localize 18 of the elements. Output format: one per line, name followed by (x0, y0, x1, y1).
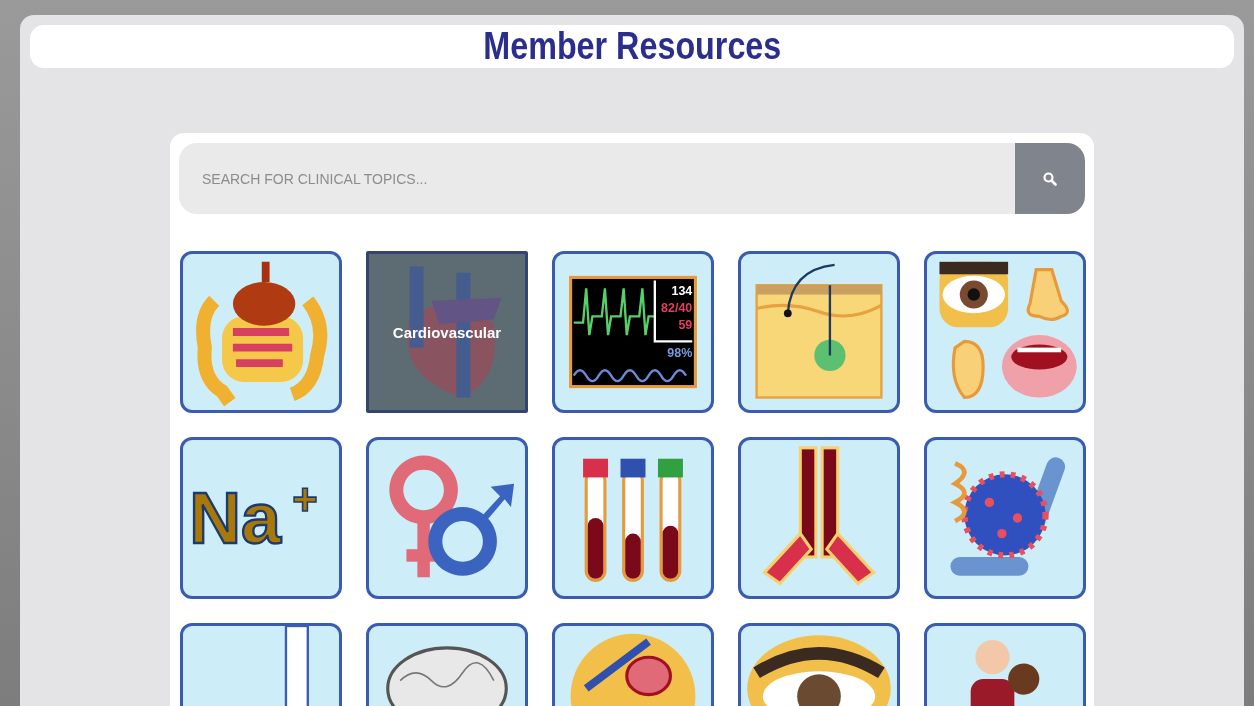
topic-tile[interactable] (366, 437, 528, 599)
vital-signs-monitor-drawing: 134 82/40 59 98% (569, 275, 697, 389)
topic-tile[interactable] (552, 437, 714, 599)
topic-tile[interactable]: 134 82/40 59 98% (552, 251, 714, 413)
search-icon (1043, 171, 1057, 186)
search-field[interactable]: SEARCH FOR CLINICAL TOPICS... (179, 143, 1015, 214)
page-title: Member Resources (483, 25, 781, 68)
topic-tile[interactable] (738, 251, 900, 413)
topic-tile[interactable] (924, 251, 1086, 413)
topic-tile[interactable]: Na+ (180, 437, 342, 599)
topic-tile[interactable] (180, 251, 342, 413)
people-silhouette-drawing (970, 640, 1040, 706)
search-button[interactable] (1015, 143, 1085, 214)
tile-label: Cardiovascular (392, 323, 502, 341)
topic-tile[interactable] (924, 437, 1086, 599)
sodium-ion-drawing: Na+ (189, 474, 318, 558)
topic-tile[interactable] (738, 437, 900, 599)
topic-tile[interactable]: Cardiovascular (366, 251, 528, 413)
